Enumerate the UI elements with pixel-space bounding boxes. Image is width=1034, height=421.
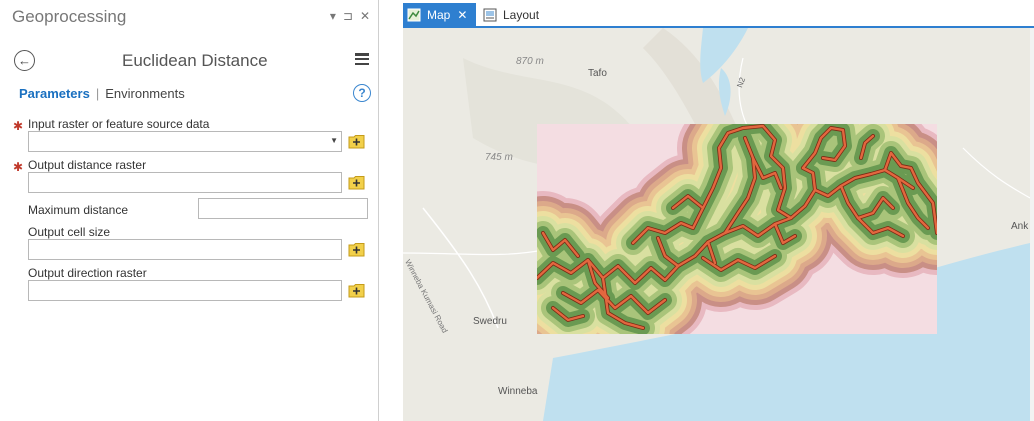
output-distance-label: Output distance raster — [28, 158, 147, 172]
map-scrollbar[interactable] — [1030, 28, 1034, 421]
required-marker: ✱ — [13, 119, 24, 133]
tab-environments[interactable]: Environments — [105, 86, 184, 101]
cell-size-label: Output cell size — [28, 225, 111, 239]
pin-icon[interactable]: ⊐ — [343, 9, 353, 23]
town-label-winneba: Winneba — [498, 386, 538, 397]
max-distance-field[interactable] — [198, 198, 368, 219]
parameter-tabs: Parameters | Environments — [19, 86, 185, 101]
geoprocessing-pane: Geoprocessing ▾ ⊐ ✕ ← Euclidean Distance… — [0, 0, 379, 421]
basemap — [403, 28, 1030, 421]
tab-layout[interactable]: Layout — [483, 3, 539, 26]
direction-raster-label: Output direction raster — [28, 266, 147, 280]
town-label-tafo: Tafo — [588, 68, 607, 79]
elevation-label: 870 m — [516, 56, 544, 67]
browse-folder-icon[interactable] — [348, 134, 365, 149]
tab-parameters[interactable]: Parameters — [19, 86, 90, 101]
back-button[interactable]: ← — [14, 50, 35, 71]
tab-separator: | — [95, 86, 100, 101]
pane-title: Geoprocessing — [12, 7, 127, 26]
direction-raster-field[interactable] — [28, 280, 342, 301]
close-pane-icon[interactable]: ✕ — [360, 9, 370, 23]
output-distance-field[interactable] — [28, 172, 342, 193]
input-raster-dropdown[interactable]: ▼ — [28, 131, 342, 152]
town-label-swedru: Swedru — [473, 316, 507, 327]
elevation-label: 745 m — [485, 152, 513, 163]
map-icon — [407, 8, 421, 21]
cell-size-field[interactable] — [28, 239, 342, 260]
layout-icon — [483, 8, 497, 21]
tab-map[interactable]: Map ✕ — [403, 3, 476, 26]
browse-folder-icon[interactable] — [348, 175, 365, 190]
town-label-ank: Ank — [1011, 221, 1029, 232]
required-marker: ✱ — [13, 160, 24, 174]
help-icon[interactable]: ? — [353, 84, 371, 102]
close-tab-icon[interactable]: ✕ — [457, 8, 467, 22]
tool-title: Euclidean Distance — [122, 51, 268, 70]
map-view[interactable]: 870 m Tafo N2 745 m Winneba Kumasi Road … — [403, 28, 1030, 421]
tab-layout-label: Layout — [503, 7, 540, 22]
pane-menu-icon[interactable]: ▾ — [330, 9, 336, 23]
tab-map-label: Map — [427, 7, 451, 22]
browse-folder-icon[interactable] — [348, 242, 365, 257]
chevron-down-icon: ▼ — [330, 136, 338, 145]
back-arrow-icon: ← — [18, 53, 31, 68]
max-distance-label: Maximum distance — [28, 203, 129, 217]
browse-folder-icon[interactable] — [348, 283, 365, 298]
pane-controls: ▾ ⊐ ✕ — [330, 9, 370, 23]
view-tab-bar: Map ✕ Layout — [403, 3, 1034, 26]
tool-options-menu-icon[interactable] — [355, 53, 369, 66]
input-raster-label: Input raster or feature source data — [28, 117, 210, 131]
